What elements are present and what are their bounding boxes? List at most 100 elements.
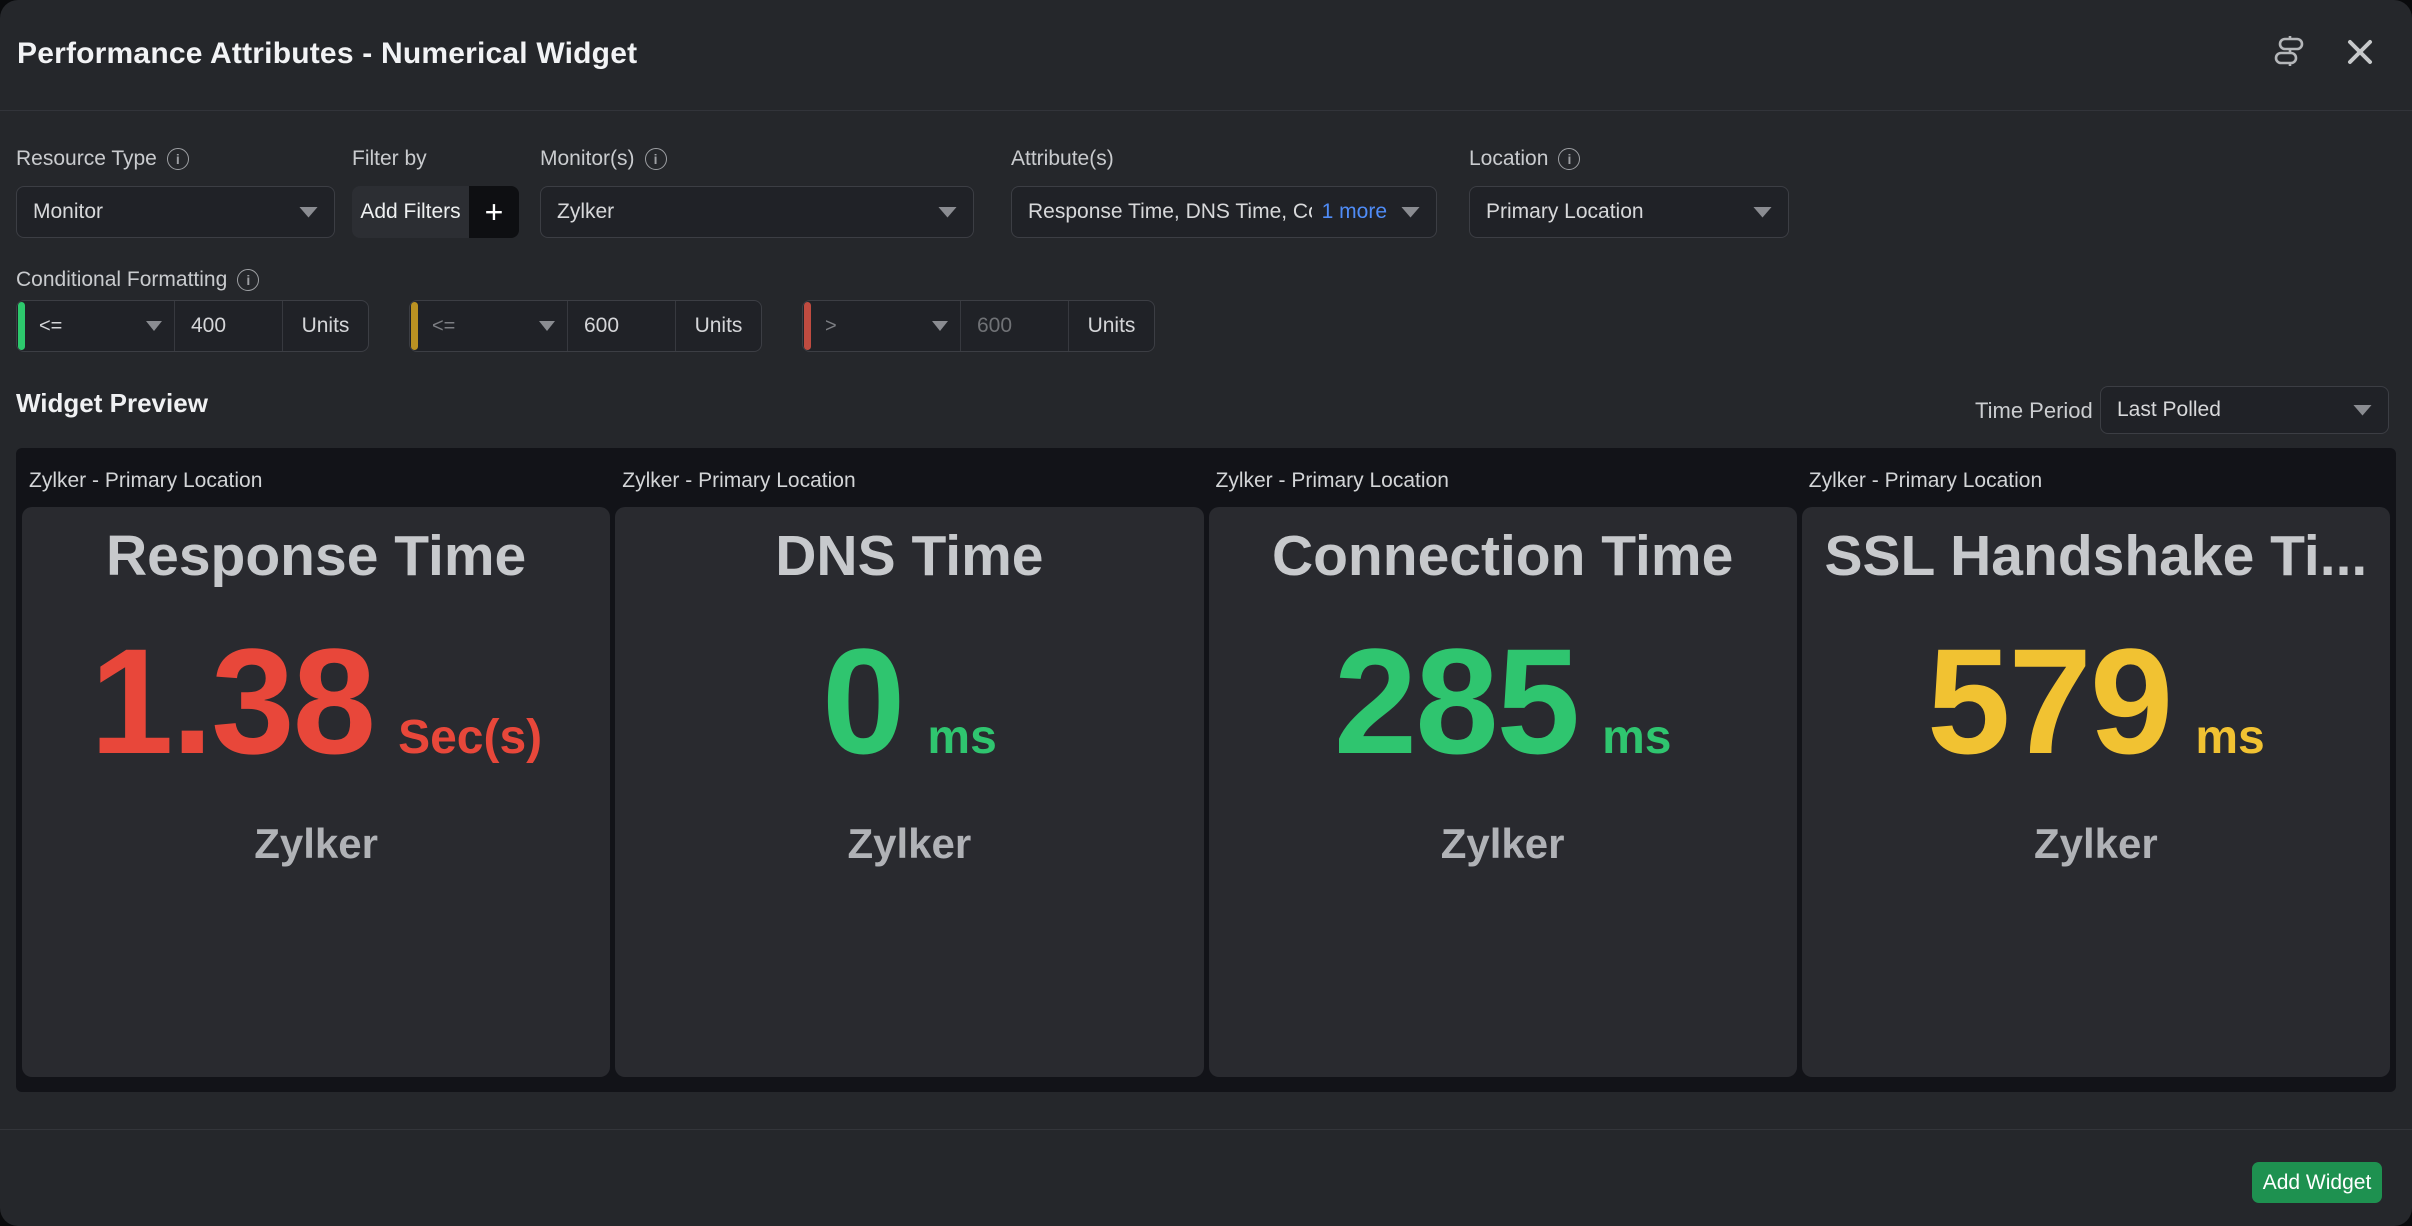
- add-filters-button[interactable]: Add Filters: [352, 186, 469, 238]
- location-info-icon[interactable]: i: [1558, 148, 1580, 170]
- card-subtitle: Zylker: [22, 820, 610, 868]
- monitors-select[interactable]: Zylker: [540, 186, 974, 238]
- widget-preview-heading: Widget Preview: [16, 388, 208, 419]
- attributes-label-text: Attribute(s): [1011, 147, 1114, 171]
- rule-color-bar-red: [804, 302, 811, 350]
- resource-type-label: Resource Type i: [16, 147, 189, 171]
- card-unit: ms: [1602, 710, 1671, 765]
- close-icon[interactable]: [2344, 36, 2376, 68]
- time-period-select[interactable]: Last Polled: [2100, 386, 2389, 434]
- add-filters-control: Add Filters +: [352, 186, 519, 238]
- card-title: DNS Time: [615, 525, 1203, 588]
- add-filter-plus-button[interactable]: +: [469, 186, 519, 238]
- conditional-formatting-info-icon[interactable]: i: [237, 269, 259, 291]
- rule-value-input[interactable]: [175, 314, 282, 338]
- card-header: Zylker - Primary Location: [615, 448, 1203, 507]
- rule-value-cell: [568, 301, 676, 351]
- rule-units-label: Units: [1069, 301, 1154, 351]
- footer-divider: [0, 1129, 2412, 1130]
- card-title: SSL Handshake Ti...: [1802, 525, 2390, 588]
- conditional-formatting-label: Conditional Formatting i: [16, 268, 259, 292]
- card-header: Zylker - Primary Location: [1802, 448, 2390, 507]
- add-widget-modal: Performance Attributes - Numerical Widge…: [0, 0, 2412, 1226]
- preview-card-response-time: Zylker - Primary Location Response Time …: [22, 448, 610, 1092]
- attributes-select[interactable]: Response Time, DNS Time, Connectio... 1 …: [1011, 186, 1437, 238]
- time-period-label: Time Period: [1975, 398, 2093, 424]
- chevron-down-icon: [938, 207, 957, 218]
- rule-operator-value: <=: [432, 315, 455, 338]
- resource-type-label-text: Resource Type: [16, 147, 157, 171]
- card-unit: ms: [2195, 710, 2264, 765]
- rule-value-input[interactable]: [568, 314, 675, 338]
- location-label: Location i: [1469, 147, 1580, 171]
- format-rule-green: <= Units: [16, 300, 369, 352]
- card-header: Zylker - Primary Location: [1209, 448, 1797, 507]
- attributes-more-link[interactable]: 1 more: [1322, 200, 1387, 224]
- chevron-down-icon: [539, 321, 555, 331]
- card-subtitle: Zylker: [1209, 820, 1797, 868]
- chevron-down-icon: [146, 321, 162, 331]
- header-divider: [0, 110, 2412, 111]
- card-body: SSL Handshake Ti... 579 ms Zylker: [1802, 507, 2390, 1077]
- monitors-info-icon[interactable]: i: [645, 148, 667, 170]
- rule-operator-select[interactable]: >: [811, 301, 961, 351]
- widget-preview-panel: Zylker - Primary Location Response Time …: [16, 448, 2396, 1092]
- time-period-value: Last Polled: [2117, 398, 2221, 422]
- page-title: Performance Attributes - Numerical Widge…: [17, 37, 637, 71]
- chevron-down-icon: [1753, 207, 1772, 218]
- rule-value-cell: [175, 301, 283, 351]
- chevron-down-icon: [299, 207, 318, 218]
- card-value-row: 579 ms: [1802, 626, 2390, 776]
- card-value-row: 285 ms: [1209, 626, 1797, 776]
- customize-icon[interactable]: [2272, 34, 2306, 68]
- card-subtitle: Zylker: [615, 820, 1203, 868]
- rule-value-cell: [961, 301, 1069, 351]
- attributes-value: Response Time, DNS Time, Connectio...: [1028, 200, 1312, 224]
- card-value-row: 0 ms: [615, 626, 1203, 776]
- card-subtitle: Zylker: [1802, 820, 2390, 868]
- card-value: 579: [1927, 626, 2171, 776]
- conditional-formatting-label-text: Conditional Formatting: [16, 268, 227, 292]
- card-unit: Sec(s): [398, 710, 542, 765]
- rule-color-bar-green: [18, 302, 25, 350]
- card-unit: ms: [927, 710, 996, 765]
- location-select[interactable]: Primary Location: [1469, 186, 1789, 238]
- rule-units-label: Units: [283, 301, 368, 351]
- filter-by-label-text: Filter by: [352, 147, 427, 171]
- rule-operator-value: >: [825, 315, 837, 338]
- chevron-down-icon: [2353, 405, 2372, 416]
- format-rule-yellow: <= Units: [409, 300, 762, 352]
- chevron-down-icon: [932, 321, 948, 331]
- card-value: 0: [822, 626, 903, 776]
- attributes-label: Attribute(s): [1011, 147, 1114, 171]
- card-title: Response Time: [22, 525, 610, 588]
- monitors-value: Zylker: [557, 200, 614, 224]
- resource-type-info-icon[interactable]: i: [167, 148, 189, 170]
- card-value-row: 1.38 Sec(s): [22, 626, 610, 776]
- rule-value-input[interactable]: [961, 314, 1068, 338]
- card-header: Zylker - Primary Location: [22, 448, 610, 507]
- card-body: Response Time 1.38 Sec(s) Zylker: [22, 507, 610, 1077]
- monitors-label-text: Monitor(s): [540, 147, 635, 171]
- filter-by-label: Filter by: [352, 147, 427, 171]
- rule-units-label: Units: [676, 301, 761, 351]
- chevron-down-icon: [1401, 207, 1420, 218]
- location-value: Primary Location: [1486, 200, 1644, 224]
- format-rule-red: > Units: [802, 300, 1155, 352]
- resource-type-select[interactable]: Monitor: [16, 186, 335, 238]
- location-label-text: Location: [1469, 147, 1548, 171]
- rule-operator-value: <=: [39, 315, 62, 338]
- monitors-label: Monitor(s) i: [540, 147, 667, 171]
- card-value: 1.38: [90, 626, 374, 776]
- rule-color-bar-yellow: [411, 302, 418, 350]
- preview-card-ssl-handshake-time: Zylker - Primary Location SSL Handshake …: [1802, 448, 2390, 1092]
- card-body: DNS Time 0 ms Zylker: [615, 507, 1203, 1077]
- add-widget-button[interactable]: Add Widget: [2252, 1162, 2382, 1203]
- card-body: Connection Time 285 ms Zylker: [1209, 507, 1797, 1077]
- card-value: 285: [1334, 626, 1578, 776]
- resource-type-value: Monitor: [33, 200, 103, 224]
- rule-operator-select[interactable]: <=: [418, 301, 568, 351]
- preview-card-dns-time: Zylker - Primary Location DNS Time 0 ms …: [615, 448, 1203, 1092]
- preview-card-connection-time: Zylker - Primary Location Connection Tim…: [1209, 448, 1797, 1092]
- rule-operator-select[interactable]: <=: [25, 301, 175, 351]
